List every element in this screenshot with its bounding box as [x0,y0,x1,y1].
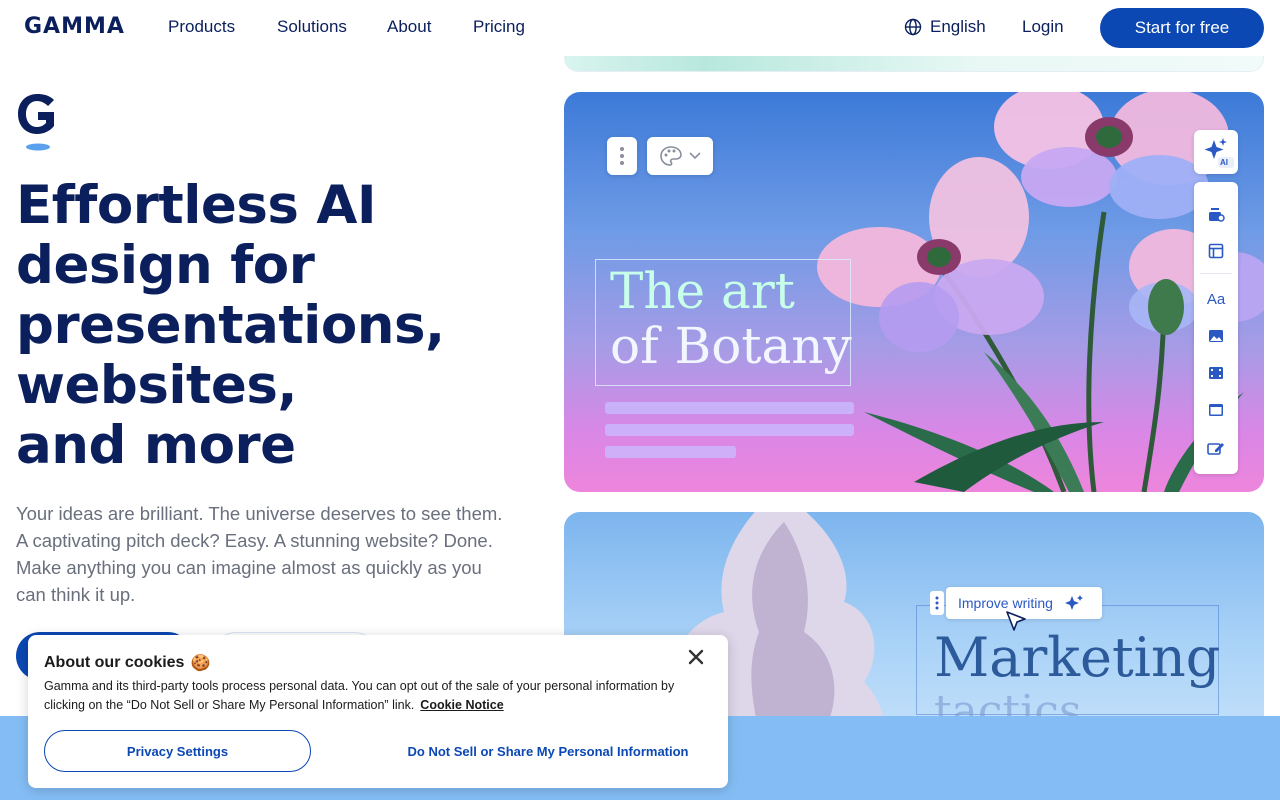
close-icon[interactable] [686,647,706,667]
video-tool[interactable] [1194,358,1238,388]
hero-headline-line: and more [16,415,296,476]
botany-title-line1: The art [610,262,795,320]
cookie-emoji-icon: 🍪 [190,655,211,672]
cookie-title-text: About our cookies [44,654,185,671]
privacy-settings-button[interactable]: Privacy Settings [44,730,311,772]
layout-tool[interactable] [1194,236,1238,266]
hero-headline-line: presentations, [16,295,445,356]
cookie-body-text: Gamma and its third-party tools process … [44,679,675,712]
cookie-notice-link[interactable]: Cookie Notice [420,698,503,712]
toolbar-divider [1200,273,1232,274]
globe-icon [904,18,922,36]
nav-solutions[interactable]: Solutions [277,17,347,37]
window-icon [1209,404,1223,416]
ai-badge: AI [1220,158,1228,167]
vertical-dots-icon [935,596,939,610]
film-icon [1209,367,1223,379]
cookie-banner: About our cookies 🍪 Gamma and its third-… [28,635,728,788]
login-link[interactable]: Login [1022,17,1064,37]
form-tool[interactable] [1194,433,1238,463]
cookie-description: Gamma and its third-party tools process … [44,677,714,715]
text-tool[interactable]: Aa [1194,284,1238,314]
cookie-title: About our cookies 🍪 [44,653,210,673]
top-nav: GAMMA Products Solutions About Pricing E… [0,0,1280,56]
botany-title: The art of Botany [610,264,852,374]
hero-headline-line: Effortless AI [16,175,377,236]
vertical-dots-icon [620,147,624,165]
placeholder-text-bar [605,402,854,414]
hero-headline: Effortless AI design for presentations, … [16,176,536,476]
image-tool[interactable] [1194,321,1238,351]
language-label: English [930,17,986,36]
cursor-arrow-icon [1006,611,1026,631]
ai-assist-button[interactable]: AI [1194,130,1238,174]
palette-icon [660,146,682,166]
chevron-down-icon [689,152,701,160]
text-block-menu[interactable] [930,591,944,615]
edit-form-icon [1207,443,1224,455]
nav-pricing[interactable]: Pricing [473,17,525,37]
block-menu-button[interactable] [607,137,637,175]
do-not-sell-button[interactable]: Do Not Sell or Share My Personal Informa… [388,730,708,772]
hero-headline-line: design for [16,235,315,296]
image-icon [1209,330,1223,342]
start-for-free-button[interactable]: Start for free [1100,8,1264,48]
placeholder-text-bar [605,446,736,458]
botany-title-line2: of Botany [610,317,852,375]
layout-icon [1208,243,1224,259]
gamma-g-icon [18,94,54,151]
hero-headline-line: websites, [16,355,298,416]
theme-picker-button[interactable] [647,137,713,175]
hero-subtitle: Your ideas are brilliant. The universe d… [16,503,503,605]
cards-icon [1209,208,1225,222]
nav-products[interactable]: Products [168,17,235,37]
nav-about[interactable]: About [387,17,431,37]
embed-tool[interactable] [1194,395,1238,425]
marketing-title: Marketing [934,626,1221,689]
insert-toolbar: Aa [1194,182,1238,474]
add-card-tool[interactable] [1194,199,1238,229]
sparkle-icon [1064,595,1083,610]
improve-writing-label: Improve writing [958,595,1053,611]
language-selector[interactable]: English [904,17,986,37]
placeholder-text-bar [605,424,854,436]
gamma-logo[interactable]: GAMMA [24,14,125,39]
sparkle-icon [1204,138,1234,168]
